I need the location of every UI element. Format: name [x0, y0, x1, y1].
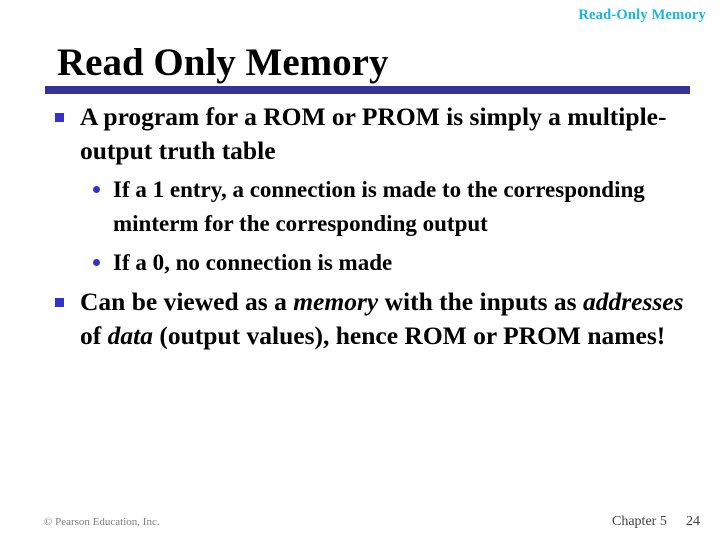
- emphasis-memory: memory: [293, 287, 379, 316]
- bullet-item-level2: If a 0, no connection is made: [0, 246, 720, 280]
- text-fragment: Can be viewed as a: [80, 287, 294, 316]
- emphasis-addresses: addresses: [582, 287, 684, 316]
- slide-body: A program for a ROM or PROM is simply a …: [0, 100, 720, 353]
- running-header-title: Read-Only Memory: [578, 7, 706, 23]
- bullet-text: If a 1 entry, a connection is made to th…: [113, 177, 645, 236]
- emphasis-data: data: [107, 321, 153, 350]
- page-title: Read Only Memory: [57, 41, 389, 84]
- bullet-text: A program for a ROM or PROM is simply a …: [80, 102, 667, 165]
- bullet-item-level1: Can be viewed as a memory with the input…: [0, 285, 720, 353]
- bullet-text-rich: Can be viewed as a memory with the input…: [80, 287, 684, 350]
- square-bullet-icon: [55, 298, 64, 307]
- slide: Read-Only Memory Read Only Memory A prog…: [0, 0, 720, 540]
- round-bullet-icon: [93, 259, 100, 266]
- footer-chapter-label: Chapter 5: [612, 514, 667, 529]
- footer-page-number: 24: [686, 514, 700, 529]
- title-divider: [45, 86, 690, 94]
- text-fragment: of: [80, 321, 108, 350]
- bullet-text: If a 0, no connection is made: [113, 250, 393, 275]
- square-bullet-icon: [55, 113, 64, 122]
- text-fragment: (output values), hence ROM or PROM names…: [152, 321, 666, 350]
- round-bullet-icon: [93, 186, 100, 193]
- copyright-notice: © Pearson Education, Inc.: [44, 516, 160, 528]
- text-fragment: with the inputs as: [378, 287, 583, 316]
- bullet-item-level1: A program for a ROM or PROM is simply a …: [0, 100, 720, 168]
- bullet-item-level2: If a 1 entry, a connection is made to th…: [0, 173, 720, 241]
